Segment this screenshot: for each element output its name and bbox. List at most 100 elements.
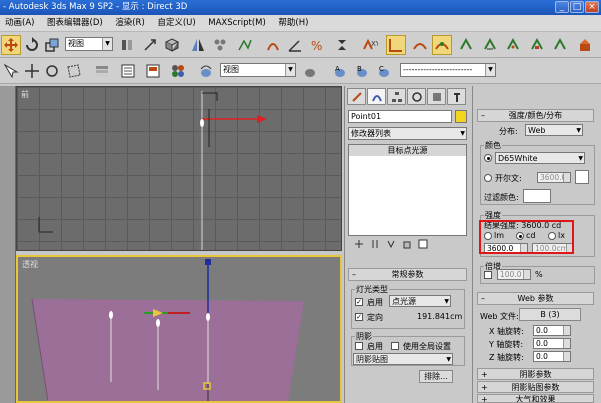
select-rotate-icon[interactable] <box>42 61 62 81</box>
enable-light-checkbox[interactable]: ✓ <box>355 298 363 306</box>
z-rotation-label: Z 轴旋转: <box>489 353 524 362</box>
shadow-params-rollout[interactable]: + 阴影参数 <box>477 368 594 380</box>
pin-stack-icon[interactable] <box>354 239 364 251</box>
web-params-rollout[interactable]: – Web 参数 <box>477 292 594 305</box>
menu-customize[interactable]: 自定义(U) <box>152 15 200 32</box>
close-button[interactable]: × <box>585 1 599 13</box>
rollout-toggle-icon: + <box>481 370 488 379</box>
show-end-result-icon[interactable] <box>370 239 380 251</box>
light-type-select[interactable]: 点光源 ▼ <box>389 295 451 307</box>
viewport-select[interactable]: 视图 ▼ <box>220 63 296 77</box>
move-icon[interactable] <box>1 35 21 55</box>
distribution-select[interactable]: Web ▼ <box>525 124 583 136</box>
preset-color-radio[interactable] <box>484 154 492 162</box>
viewport-select-value: 视图 <box>223 65 239 74</box>
select-link-icon[interactable] <box>140 35 160 55</box>
targeted-checkbox[interactable]: ✓ <box>355 313 363 321</box>
schematic-icon[interactable] <box>143 61 163 81</box>
object-color-swatch[interactable] <box>455 110 467 123</box>
atmos-rollout[interactable]: + 大气和效果 <box>477 394 594 403</box>
mirror-icon[interactable] <box>188 35 208 55</box>
spinner-snap-icon[interactable] <box>332 35 352 55</box>
create-tab-icon[interactable] <box>347 88 366 105</box>
render-production-icon[interactable] <box>575 35 595 55</box>
exclude-button[interactable]: 排除... <box>419 370 453 383</box>
curve-editor-icon[interactable] <box>235 35 255 55</box>
atmos-title: 大气和效果 <box>515 395 556 403</box>
reference-coord-select[interactable]: 视图 ▼ <box>65 37 113 51</box>
make-unique-icon[interactable] <box>386 239 396 251</box>
minimize-button[interactable]: _ <box>555 1 569 13</box>
configure-modifiers-icon[interactable] <box>418 239 428 251</box>
teapot-render-icon[interactable] <box>196 61 216 81</box>
teapot-icon[interactable] <box>300 61 320 81</box>
render-setup-icon[interactable] <box>480 35 500 55</box>
general-params-rollout[interactable]: – 常规参数 <box>348 268 467 281</box>
shadow-enable-checkbox[interactable] <box>355 342 363 350</box>
preset-color-select[interactable]: D65White ▼ <box>495 152 585 164</box>
rotate-icon[interactable] <box>22 35 42 55</box>
percent-snap-icon[interactable]: % <box>307 35 327 55</box>
render-last-icon[interactable] <box>550 35 570 55</box>
z-rotation-spinner[interactable]: 0.0 <box>533 351 571 362</box>
layer-manager-icon[interactable] <box>92 61 112 81</box>
maximize-button[interactable]: □ <box>570 1 584 13</box>
intensity-rollout[interactable]: – 强度/颜色/分布 <box>477 109 594 122</box>
use-global-checkbox[interactable] <box>391 342 399 350</box>
axis-constraint-icon[interactable] <box>410 35 430 55</box>
hierarchy-tab-icon[interactable] <box>387 88 406 105</box>
menu-maxscript[interactable]: MAXScript(M) <box>203 15 271 32</box>
menu-graph-editors[interactable]: 图表编辑器(D) <box>42 15 108 32</box>
x-rotation-spinner[interactable]: 0.0 <box>533 325 571 336</box>
xy-plane-icon[interactable] <box>386 35 406 55</box>
angle-snap-icon[interactable] <box>285 35 305 55</box>
shadow-map-params-rollout[interactable]: + 阴影贴图参数 <box>477 381 594 393</box>
menu-rendering[interactable]: 渲染(R) <box>110 15 150 32</box>
select-move-icon[interactable] <box>22 61 42 81</box>
display-tab-icon[interactable] <box>427 88 446 105</box>
material-balls-icon[interactable] <box>168 61 188 81</box>
edit-named-selection-icon[interactable]: XY <box>360 35 380 55</box>
filter-color-swatch[interactable] <box>523 189 551 203</box>
kelvin-spinner[interactable]: 3600.0 <box>537 172 571 183</box>
distribution-label: 分布: <box>499 127 518 136</box>
render-a-icon[interactable]: A <box>330 61 350 81</box>
web-file-button[interactable]: B (3) <box>519 308 581 321</box>
stack-item[interactable]: 目标点光源 <box>349 145 466 156</box>
perspective-viewport[interactable]: 透视 <box>16 255 342 403</box>
array-icon[interactable] <box>210 35 230 55</box>
render-b-icon[interactable]: B <box>352 61 372 81</box>
command-panel: Point01 修改器列表 ▼ 目标点光源 – 常规参数 灯光类型 ✓ 启用 点… <box>344 86 470 403</box>
shadow-type-select[interactable]: 阴影贴图 ▼ <box>353 353 453 365</box>
object-name-field[interactable]: Point01 <box>348 110 452 123</box>
menu-help[interactable]: 帮助(H) <box>273 15 313 32</box>
kelvin-color-swatch[interactable] <box>575 170 589 184</box>
y-rotation-spinner[interactable]: 0.0 <box>533 338 571 349</box>
schematic-view-icon[interactable] <box>432 35 452 55</box>
scale-icon[interactable] <box>42 35 62 55</box>
remove-modifier-icon[interactable] <box>402 239 412 251</box>
kelvin-radio[interactable] <box>484 174 492 182</box>
render-c-icon[interactable]: C <box>374 61 394 81</box>
select-object-icon[interactable] <box>1 61 21 81</box>
modifier-list-select[interactable]: 修改器列表 ▼ <box>348 127 467 140</box>
pivot-icon[interactable] <box>117 35 137 55</box>
menu-animation[interactable]: 动画(A) <box>0 15 39 32</box>
named-selection-select[interactable]: ------------------------ ▼ <box>400 63 496 77</box>
multiplier-spinner[interactable]: 100.0 <box>497 269 531 280</box>
track-view-icon[interactable] <box>118 61 138 81</box>
modify-tab-icon[interactable] <box>367 88 386 105</box>
manipulate-icon[interactable] <box>162 35 182 55</box>
utilities-tab-icon[interactable] <box>447 88 466 105</box>
quick-render-icon[interactable] <box>527 35 547 55</box>
snap-toggle-icon[interactable] <box>263 35 283 55</box>
general-params-title: 常规参数 <box>391 270 424 279</box>
front-viewport[interactable]: 前 <box>16 86 342 251</box>
motion-tab-icon[interactable] <box>407 88 426 105</box>
web-params-title: Web 参数 <box>517 294 554 303</box>
modifier-stack: 目标点光源 <box>348 144 467 236</box>
render-frame-icon[interactable] <box>503 35 523 55</box>
multiplier-checkbox[interactable] <box>484 271 492 279</box>
select-region-icon[interactable] <box>64 61 84 81</box>
material-editor-icon[interactable] <box>456 35 476 55</box>
